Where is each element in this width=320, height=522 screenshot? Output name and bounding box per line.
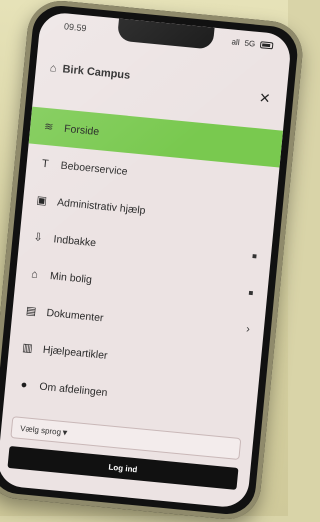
- lock-icon: ■: [251, 251, 258, 261]
- brand: ⌂ Birk Campus: [49, 62, 275, 96]
- home-icon: ⌂: [49, 62, 58, 75]
- menu-label: Beboerservice: [60, 159, 129, 178]
- book-icon: ▥: [21, 341, 34, 355]
- menu-label: Min bolig: [49, 269, 93, 286]
- document-icon: ▤: [25, 304, 37, 318]
- lock-icon: ■: [248, 288, 254, 298]
- notch: [116, 18, 215, 50]
- status-time: 09.59: [63, 21, 87, 34]
- signal-strength: all: [231, 37, 241, 48]
- battery-icon: [259, 41, 274, 50]
- hammer-icon: T: [41, 157, 50, 170]
- inbox-icon: ⇩: [32, 231, 44, 245]
- phone-screen: 09.59 all 5G ⌂ Birk Campus × ≋ Forside T…: [0, 11, 293, 509]
- clipboard-icon: ▣: [35, 194, 48, 208]
- menu-label: Forside: [63, 122, 100, 138]
- app-header: ⌂ Birk Campus ×: [48, 62, 276, 114]
- app-title: Birk Campus: [61, 63, 131, 82]
- side-menu: ≋ Forside T Beboerservice ▣ Administrati…: [4, 106, 284, 426]
- layers-icon: ≋: [43, 120, 54, 134]
- menu-label: Hjælpeartikler: [42, 343, 109, 362]
- info-icon: ●: [20, 378, 28, 391]
- status-right: all 5G: [231, 37, 274, 50]
- menu-label: Om afdelingen: [38, 380, 108, 399]
- menu-label: Dokumenter: [45, 306, 105, 324]
- close-button[interactable]: ×: [259, 87, 271, 108]
- network-label: 5G: [244, 38, 256, 49]
- phone-device: 09.59 all 5G ⌂ Birk Campus × ≋ Forside T…: [0, 0, 306, 522]
- home-icon: ⌂: [30, 267, 39, 281]
- menu-label: Indbakke: [53, 232, 97, 249]
- chevron-right-icon: ›: [245, 323, 251, 336]
- menu-label: Administrativ hjælp: [56, 195, 147, 217]
